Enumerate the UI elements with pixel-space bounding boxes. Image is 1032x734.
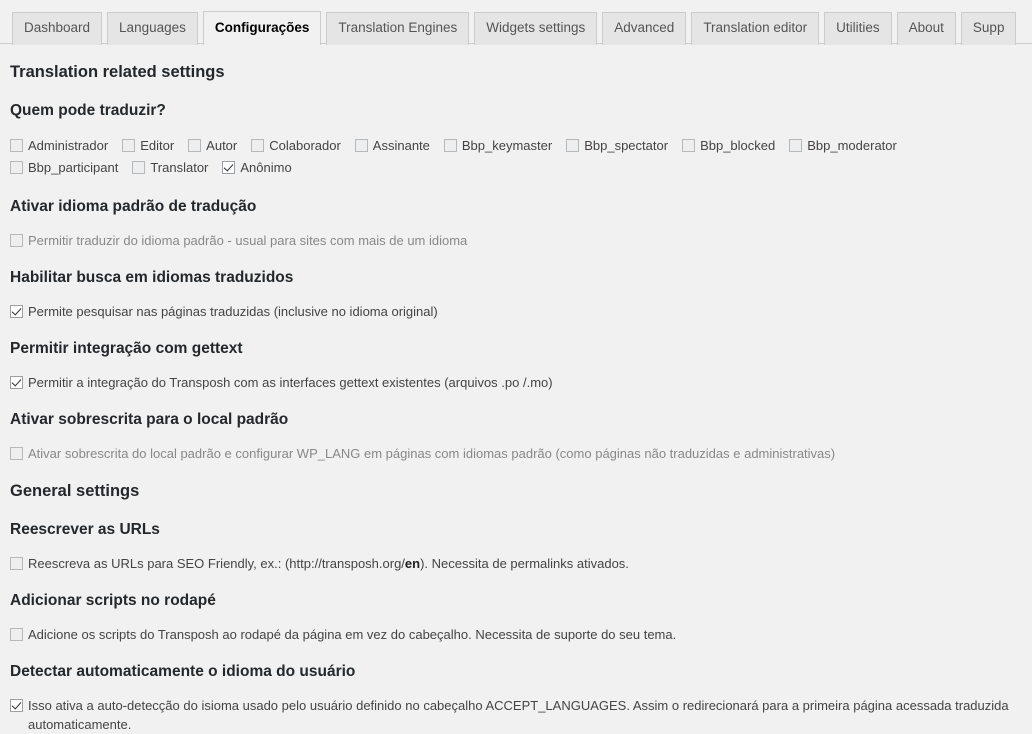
search-translated-checkbox[interactable] <box>10 305 23 318</box>
tab-supp[interactable]: Supp <box>960 12 1017 45</box>
role-label: Anônimo <box>240 160 292 175</box>
rewrite-urls-checkbox[interactable] <box>10 557 23 570</box>
search-translated-title: Habilitar busca em idiomas traduzidos <box>10 269 294 286</box>
gettext-option[interactable]: Permitir a integração do Transposh com a… <box>10 373 1022 392</box>
page-title: Translation related settings <box>10 63 225 81</box>
role-option[interactable]: Bbp_spectator <box>566 135 668 157</box>
tab-label: Advanced <box>614 20 675 35</box>
settings-tab-bar: Dashboard Languages Configurações Translati… <box>0 0 1032 45</box>
role-checkbox[interactable] <box>251 139 265 152</box>
default-language-title: Ativar idioma padrão de tradução <box>10 198 257 215</box>
auto-detect-title: Detectar automaticamente o idioma do usu… <box>10 663 356 680</box>
role-label: Colaborador <box>269 138 341 153</box>
role-checkbox[interactable] <box>566 139 580 152</box>
role-checkbox[interactable] <box>132 161 146 174</box>
role-label: Autor <box>206 138 238 153</box>
role-label: Bbp_moderator <box>807 138 897 153</box>
tab-utilities[interactable]: Utilities <box>824 12 892 45</box>
role-label: Administrador <box>28 138 109 153</box>
role-checkbox[interactable] <box>789 139 803 152</box>
footer-scripts-label: Adicione os scripts do Transposh ao roda… <box>28 627 677 642</box>
role-checkbox[interactable] <box>10 139 23 152</box>
rewrite-urls-label-prefix: Reescreva as URLs para SEO Friendly, ex.… <box>28 556 405 571</box>
settings-content: Translation related settings Quem pode t… <box>0 61 1032 734</box>
roles-checkbox-group: Administrador Editor Autor Colaborador Assin… <box>10 135 1022 179</box>
role-option[interactable]: Bbp_keymaster <box>443 135 553 157</box>
tab-label: Widgets settings <box>486 20 586 35</box>
search-translated-option[interactable]: Permite pesquisar nas páginas traduzidas… <box>10 302 1022 321</box>
gettext-label: Permitir a integração do Transposh com a… <box>28 375 553 390</box>
gettext-checkbox[interactable] <box>10 376 23 389</box>
tab-about[interactable]: About <box>896 12 956 45</box>
locale-override-checkbox[interactable] <box>10 447 23 460</box>
default-language-label: Permitir traduzir do idioma padrão - usu… <box>28 233 468 248</box>
footer-scripts-checkbox[interactable] <box>10 628 23 641</box>
tab-translation-editor[interactable]: Translation editor <box>691 12 820 45</box>
role-checkbox[interactable] <box>188 139 202 152</box>
role-label: Assinante <box>372 138 430 153</box>
rewrite-urls-label-suffix: ). Necessita de permalinks ativados. <box>420 556 629 571</box>
locale-override-label: Ativar sobrescrita do local padrão e con… <box>28 446 836 461</box>
role-label: Editor <box>140 138 175 153</box>
role-option[interactable]: Anônimo <box>222 157 292 179</box>
role-checkbox[interactable] <box>222 161 236 174</box>
tab-label: About <box>908 20 944 35</box>
tab-translation-engines[interactable]: Translation Engines <box>326 12 470 45</box>
auto-detect-label: Isso ativa a auto-detecção do isioma usa… <box>28 698 1009 732</box>
rewrite-urls-label: Reescreva as URLs para SEO Friendly, ex.… <box>28 556 629 571</box>
role-label: Bbp_blocked <box>700 138 776 153</box>
auto-detect-checkbox[interactable] <box>10 699 23 712</box>
role-option[interactable]: Bbp_blocked <box>682 135 775 157</box>
rewrite-urls-title: Reescrever as URLs <box>10 521 160 538</box>
role-checkbox[interactable] <box>122 139 136 152</box>
tab-advanced[interactable]: Advanced <box>602 12 687 45</box>
footer-scripts-title: Adicionar scripts no rodapé <box>10 592 216 609</box>
tab-dashboard[interactable]: Dashboard <box>12 12 103 45</box>
tab-label: Translation editor <box>703 20 808 35</box>
tab-languages[interactable]: Languages <box>107 12 198 45</box>
role-option[interactable]: Editor <box>122 135 174 157</box>
role-option[interactable]: Translator <box>132 157 208 179</box>
role-option[interactable]: Bbp_participant <box>10 157 118 179</box>
rewrite-urls-label-lang: en <box>404 556 421 571</box>
footer-scripts-option[interactable]: Adicione os scripts do Transposh ao roda… <box>10 625 1022 644</box>
role-checkbox[interactable] <box>10 161 23 174</box>
gettext-title: Permitir integração com gettext <box>10 340 243 357</box>
locale-override-option[interactable]: Ativar sobrescrita do local padrão e con… <box>10 444 1022 463</box>
default-language-option[interactable]: Permitir traduzir do idioma padrão - usu… <box>10 231 1022 250</box>
auto-detect-option[interactable]: Isso ativa a auto-detecção do isioma usa… <box>10 696 1022 734</box>
tab-label: Utilities <box>836 20 880 35</box>
role-checkbox[interactable] <box>682 139 696 152</box>
role-checkbox[interactable] <box>354 139 368 152</box>
role-option[interactable]: Autor <box>188 135 237 157</box>
role-label: Bbp_keymaster <box>461 138 553 153</box>
role-label: Bbp_participant <box>28 160 119 175</box>
role-checkbox[interactable] <box>443 139 457 152</box>
general-settings-title: General settings <box>10 482 140 500</box>
tab-label: Configurações <box>214 20 310 35</box>
role-label: Bbp_spectator <box>584 138 669 153</box>
tab-label: Languages <box>119 20 186 35</box>
rewrite-urls-option[interactable]: Reescreva as URLs para SEO Friendly, ex.… <box>10 554 1022 573</box>
tab-configura-es[interactable]: Configurações <box>202 11 322 45</box>
tab-label: Supp <box>972 20 1005 35</box>
locale-override-title: Ativar sobrescrita para o local padrão <box>10 411 289 428</box>
who-can-translate-title: Quem pode traduzir? <box>10 102 166 119</box>
tab-label: Dashboard <box>24 20 91 35</box>
role-option[interactable]: Administrador <box>10 135 108 157</box>
search-translated-label: Permite pesquisar nas páginas traduzidas… <box>28 304 438 319</box>
role-label: Translator <box>150 160 209 175</box>
role-option[interactable]: Bbp_moderator <box>789 135 897 157</box>
role-option[interactable]: Colaborador <box>251 135 341 157</box>
tab-widgets-settings[interactable]: Widgets settings <box>474 12 598 45</box>
default-language-checkbox[interactable] <box>10 234 23 247</box>
role-option[interactable]: Assinante <box>354 135 430 157</box>
tab-label: Translation Engines <box>338 20 458 35</box>
